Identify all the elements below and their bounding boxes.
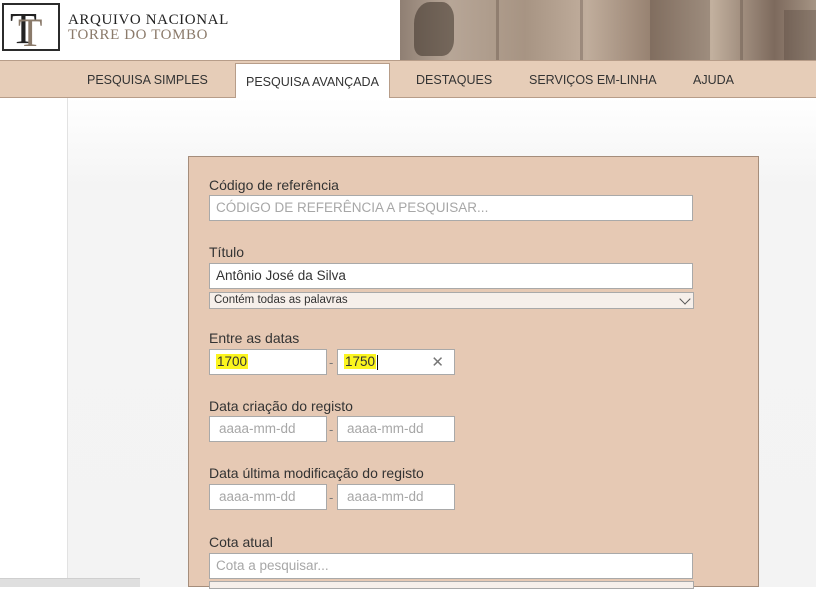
reference-code-input[interactable]: CÓDIGO DE REFERÊNCIA A PESQUISAR... [209, 195, 693, 221]
record-created-separator: - [329, 422, 334, 437]
shelfmark-input[interactable]: Cota a pesquisar... [209, 553, 693, 579]
date-to-value: 1750 [344, 354, 377, 369]
title-label: Título [209, 244, 245, 260]
shelfmark-match-select[interactable] [209, 581, 694, 589]
title-match-value: Contém todas as palavras [214, 294, 348, 306]
record-created-label: Data criação do registo [209, 398, 353, 414]
site-header: T T ARQUIVO NACIONAL TORRE DO TOMBO [0, 0, 816, 60]
date-from-value: 1700 [216, 354, 249, 369]
record-modified-to-input[interactable]: aaaa-mm-dd [337, 484, 455, 510]
date-to-input[interactable]: 1750 ✕ [337, 349, 455, 375]
logo[interactable]: T T [2, 3, 60, 55]
chevron-down-icon [679, 293, 691, 305]
reference-code-label: Código de referência [209, 177, 339, 193]
title-match-select[interactable]: Contém todas as palavras [209, 292, 694, 309]
status-bar [0, 578, 140, 587]
text-caret [377, 354, 379, 370]
shelfmark-label: Cota atual [209, 534, 273, 550]
close-icon[interactable]: ✕ [431, 351, 444, 375]
date-from-input[interactable]: 1700 [209, 349, 327, 375]
nav-destaques[interactable]: DESTAQUES [416, 61, 492, 99]
nav-pesquisa-simples[interactable]: PESQUISA SIMPLES [87, 61, 208, 99]
record-modified-label: Data última modificação do registo [209, 465, 424, 481]
brand-name-line2: TORRE DO TOMBO [68, 27, 209, 43]
title-input[interactable]: Antônio José da Silva [209, 263, 693, 289]
logo-letter-shadow: T [18, 10, 43, 55]
date-range-separator: - [329, 355, 334, 370]
nav-pesquisa-avancada[interactable]: PESQUISA AVANÇADA [235, 63, 390, 103]
record-created-to-input[interactable]: aaaa-mm-dd [337, 416, 455, 442]
nav-servicos-em-linha[interactable]: SERVIÇOS EM-LINHA [529, 61, 657, 99]
advanced-search-form: Código de referência CÓDIGO DE REFERÊNCI… [188, 156, 759, 589]
record-modified-from-input[interactable]: aaaa-mm-dd [209, 484, 327, 510]
header-photo [400, 0, 816, 60]
nav-ajuda[interactable]: AJUDA [693, 61, 734, 99]
record-created-from-input[interactable]: aaaa-mm-dd [209, 416, 327, 442]
statue-shape [414, 2, 454, 56]
main-nav: PESQUISA SIMPLES PESQUISA AVANÇADA DESTA… [0, 60, 816, 103]
record-modified-separator: - [329, 490, 334, 505]
date-range-label: Entre as datas [209, 330, 300, 346]
